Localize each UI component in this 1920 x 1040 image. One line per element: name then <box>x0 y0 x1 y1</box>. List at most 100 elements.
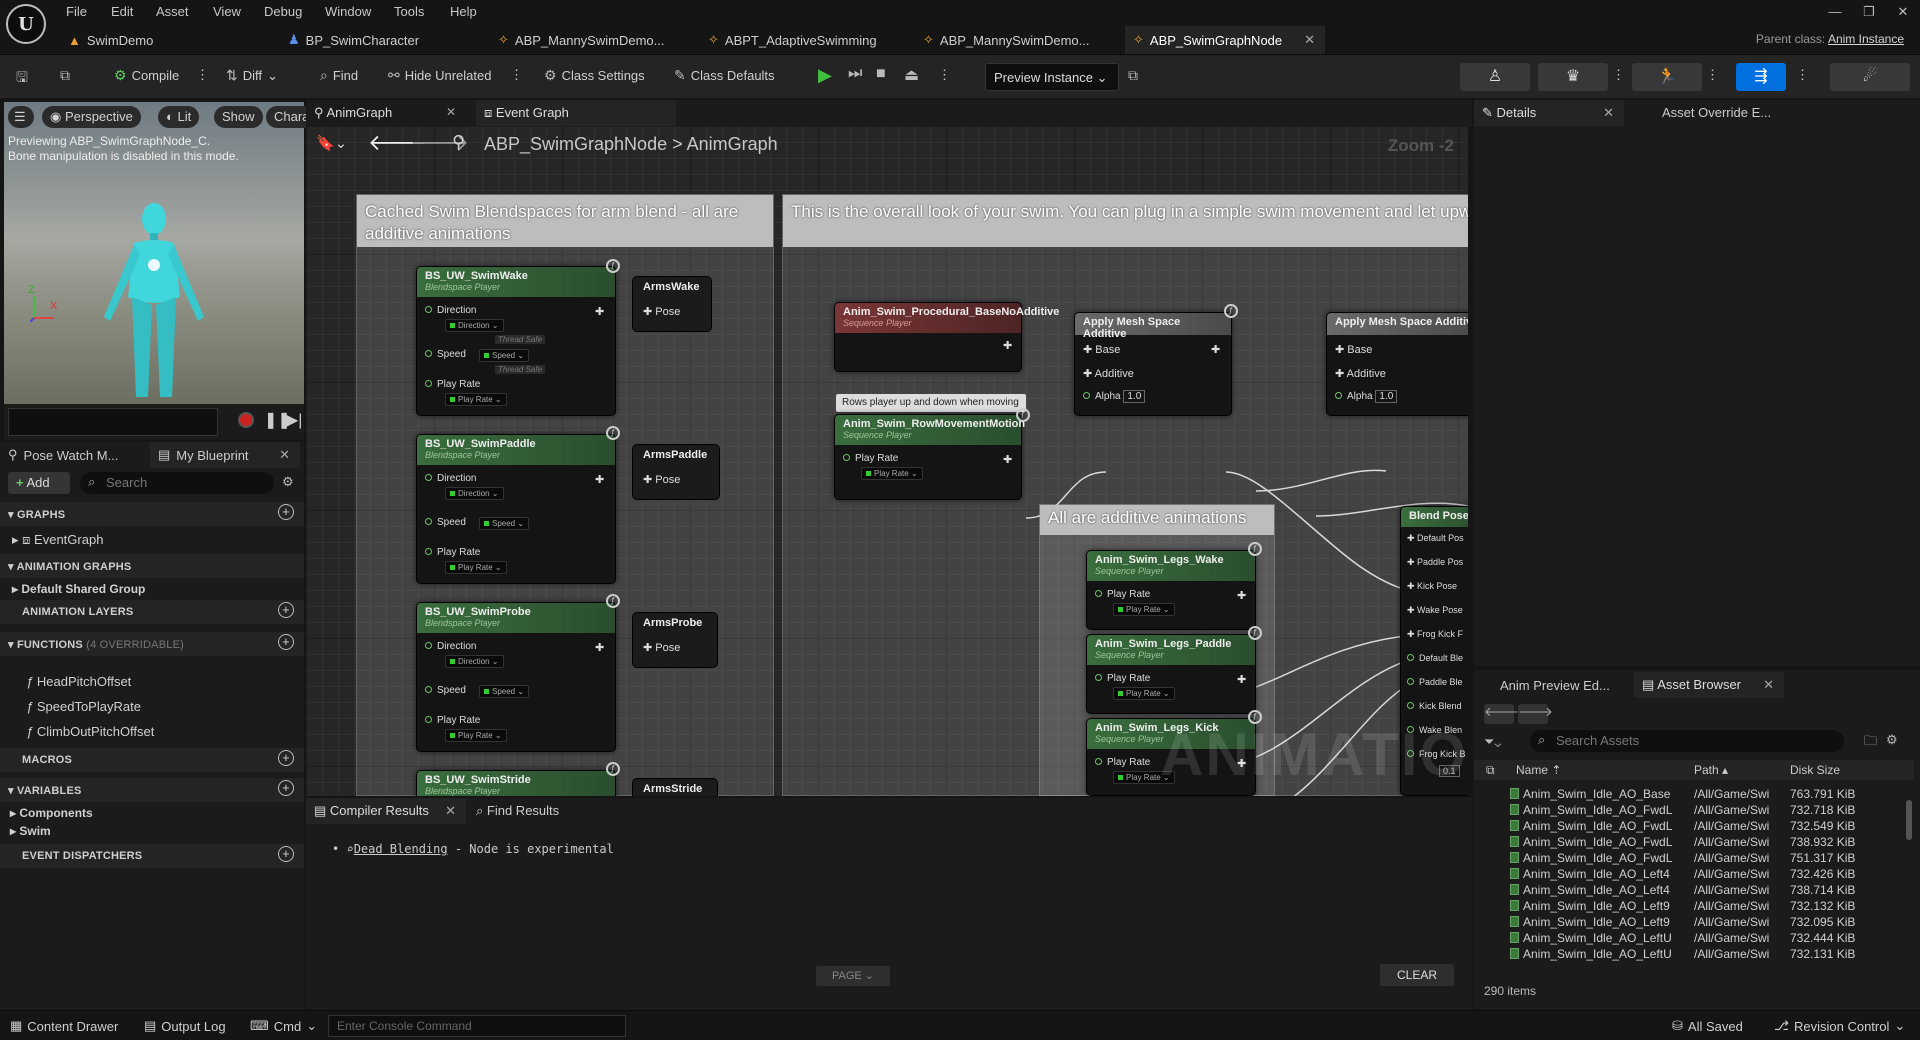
unreal-logo-icon[interactable]: U <box>6 4 46 44</box>
pin-playrate[interactable]: Play Rate <box>425 715 480 726</box>
pin-alpha[interactable]: Alpha 1.0 <box>1083 390 1146 403</box>
settings-gear-icon[interactable]: ⚙ <box>282 474 294 490</box>
compile-options-icon[interactable]: ⋮ <box>196 67 209 83</box>
asset-row[interactable]: Anim_Swim_Idle_AO_Left9/All/Game/Swi 732.… <box>1474 914 1914 930</box>
record-icon[interactable] <box>238 412 254 428</box>
tab-find-results[interactable]: ⌕ Find Results <box>476 803 559 819</box>
function-headpitchoffset[interactable]: ƒ HeadPitchOffset <box>26 674 131 689</box>
pin-playrate[interactable]: Play Rate <box>1095 673 1150 684</box>
preview-instance-dropdown[interactable]: Preview Instance ⌄ <box>985 63 1119 91</box>
console-command-input[interactable]: Enter Console Command <box>328 1015 626 1037</box>
pin-additive[interactable]: ✚ Additive <box>1083 367 1134 380</box>
play-options-icon[interactable]: ⋮ <box>938 67 951 83</box>
blendspace-node-swimprobe[interactable]: BS_UW_SwimProbe Blendspace Player Directi… <box>416 602 616 752</box>
pin-direction[interactable]: Direction <box>425 473 476 484</box>
pose-out-pin-icon[interactable]: ✚ <box>1003 339 1012 352</box>
pose-out-pin-icon[interactable]: ✚ <box>1211 343 1220 356</box>
speed-dropdown[interactable]: Speed ⌄ <box>479 685 530 698</box>
function-speedtoplayrate[interactable]: ƒ SpeedToPlayRate <box>26 699 141 714</box>
cached-pose-armswake[interactable]: ArmsWake ✚ Pose <box>632 276 712 332</box>
timeline-scrubber[interactable] <box>8 408 218 436</box>
playrate-dropdown[interactable]: Play Rate ⌄ <box>445 561 507 574</box>
asset-row[interactable]: Anim_Swim_Idle_AO_LeftU/All/Game/Swi 732.… <box>1474 930 1914 946</box>
section-macros[interactable]: MACROS + <box>0 748 304 772</box>
node-comment-bubble[interactable]: Rows player up and down when moving <box>836 394 1026 412</box>
physics-mode-button[interactable]: ☄ <box>1830 63 1910 91</box>
asset-row[interactable]: Anim_Swim_Idle_AO_Base/All/Game/Swi 763.7… <box>1474 786 1914 802</box>
menu-help[interactable]: Help <box>450 4 477 19</box>
diff-button[interactable]: ⇅ Diff ⌄ <box>226 67 278 84</box>
revision-control-button[interactable]: ⎇ Revision Control ⌄ <box>1774 1018 1905 1034</box>
menu-file[interactable]: File <box>66 4 87 19</box>
column-name[interactable]: Name ⇡ <box>1516 763 1561 777</box>
stop-button[interactable]: ■ <box>876 65 886 83</box>
playrate-dropdown[interactable]: Play Rate ⌄ <box>445 729 507 742</box>
tab-anim-preview[interactable]: Anim Preview Ed... <box>1500 678 1610 693</box>
pose-out-pin-icon[interactable]: ✚ <box>1237 673 1246 686</box>
menu-edit[interactable]: Edit <box>111 4 133 19</box>
hide-unrelated-button[interactable]: ⚯ Hide Unrelated <box>388 67 491 84</box>
output-log-button[interactable]: ▤ Output Log <box>144 1018 226 1034</box>
close-tab-icon[interactable]: ✕ <box>445 803 456 819</box>
anim-graph-canvas[interactable]: 🔖⌄ 🡐 🡒 ⚲ ABP_SwimGraphNode > AnimGraph Z… <box>306 126 1468 796</box>
add-dispatcher-icon[interactable]: + <box>278 846 294 862</box>
add-button[interactable]: + Add <box>8 472 70 494</box>
section-graphs[interactable]: ▾ GRAPHS + <box>0 502 304 526</box>
pin-playrate[interactable]: Play Rate <box>1095 757 1150 768</box>
section-animation-graphs[interactable]: ▾ ANIMATION GRAPHS <box>0 554 304 578</box>
section-functions[interactable]: ▾ FUNCTIONS (4 OVERRIDABLE) + <box>0 632 304 656</box>
pin-base[interactable]: ✚ Base <box>1335 343 1372 356</box>
menu-asset[interactable]: Asset <box>156 4 189 19</box>
cached-pose-armspaddle[interactable]: ArmsPaddle ✚ Pose <box>632 444 720 500</box>
sequence-node-row-movement[interactable]: Anim_Swim_RowMovementMotion Sequence Play… <box>834 414 1025 500</box>
content-drawer-button[interactable]: ▦ Content Drawer <box>10 1018 118 1034</box>
pin-alpha[interactable]: Alpha 1.0 <box>1335 390 1398 403</box>
compile-button[interactable]: ⚙ Compile <box>114 67 179 84</box>
debug-filter-icon[interactable]: ⧉ <box>1128 67 1138 84</box>
animation-mode-button[interactable]: 🏃 <box>1632 63 1702 91</box>
folder-icon[interactable]: 🗀 <box>1864 732 1877 754</box>
speed-dropdown[interactable]: Speed ⌄ <box>479 517 530 530</box>
parent-class-link[interactable]: Anim Instance <box>1828 32 1904 46</box>
perspective-button[interactable]: ◉ Perspective <box>42 106 141 128</box>
sequence-node-legs-paddle[interactable]: Anim_Swim_Legs_Paddle Sequence Player Pla… <box>1086 634 1256 714</box>
mesh-mode-button[interactable]: ♛ <box>1538 63 1608 91</box>
pin-speed[interactable]: Speed <box>425 517 466 528</box>
add-graph-icon[interactable]: + <box>278 504 294 520</box>
clear-button[interactable]: CLEAR <box>1380 964 1454 986</box>
add-variable-icon[interactable]: + <box>278 780 294 796</box>
tab-event-graph[interactable]: ⧈ Event Graph <box>476 100 676 126</box>
play-button[interactable]: ▶ <box>818 65 832 86</box>
playrate-dropdown[interactable]: Play Rate ⌄ <box>1113 603 1175 616</box>
restore-icon[interactable]: ❐ <box>1852 0 1886 26</box>
find-button[interactable]: ⌕ Find <box>320 67 358 84</box>
asset-row[interactable]: Anim_Swim_Idle_AO_Left4/All/Game/Swi 738.… <box>1474 882 1914 898</box>
add-function-icon[interactable]: + <box>278 634 294 650</box>
class-defaults-button[interactable]: ✎ Class Defaults <box>674 67 775 84</box>
pin-direction[interactable]: Direction <box>425 305 476 316</box>
tab-abpt-adaptiveswimming[interactable]: ✧ ABPT_AdaptiveSwimming <box>700 26 910 54</box>
asset-row[interactable]: Anim_Swim_Idle_AO_Left4/All/Game/Swi 732.… <box>1474 866 1914 882</box>
close-tab-icon[interactable]: ✕ <box>1304 32 1315 48</box>
viewport-menu-icon[interactable]: ☰ <box>8 106 34 128</box>
forward-arrow-icon[interactable]: 🡒 <box>1518 704 1553 724</box>
playrate-dropdown[interactable]: Play Rate ⌄ <box>445 393 507 406</box>
pin-playrate[interactable]: Play Rate <box>425 379 480 390</box>
blendspace-node-swimpaddle[interactable]: BS_UW_SwimPaddle Blendspace Player Direct… <box>416 434 616 584</box>
view-options-icon[interactable]: ⧉ <box>1486 763 1495 778</box>
blendspace-node-swimstride[interactable]: BS_UW_SwimStride Blendspace Player <box>416 770 616 796</box>
close-tab-icon[interactable]: ✕ <box>279 447 290 463</box>
column-disk-size[interactable]: Disk Size <box>1790 763 1840 777</box>
column-path[interactable]: Path ▴ <box>1694 763 1728 777</box>
close-window-icon[interactable]: ✕ <box>1886 0 1920 26</box>
cached-pose-armsprobe[interactable]: ArmsProbe ✚ Pose <box>632 612 718 668</box>
pin-additive[interactable]: ✚ Additive <box>1335 367 1386 380</box>
tab-details[interactable]: ✎ Details ✕ <box>1474 100 1624 126</box>
back-arrow-icon[interactable]: 🡐 <box>1484 704 1519 724</box>
section-animation-layers[interactable]: ANIMATION LAYERS + <box>0 600 304 624</box>
blendspace-node-swimwake[interactable]: BS_UW_SwimWake Blendspace Player Directio… <box>416 266 616 416</box>
asset-row[interactable]: Anim_Swim_Idle_AO_FwdL/All/Game/Swi 732.5… <box>1474 818 1914 834</box>
asset-row[interactable]: Anim_Swim_Idle_AO_FwdL/All/Game/Swi 751.3… <box>1474 850 1914 866</box>
speed-dropdown[interactable]: Speed ⌄ <box>479 349 530 362</box>
tab-swimdemo[interactable]: ▲ SwimDemo <box>60 26 270 54</box>
